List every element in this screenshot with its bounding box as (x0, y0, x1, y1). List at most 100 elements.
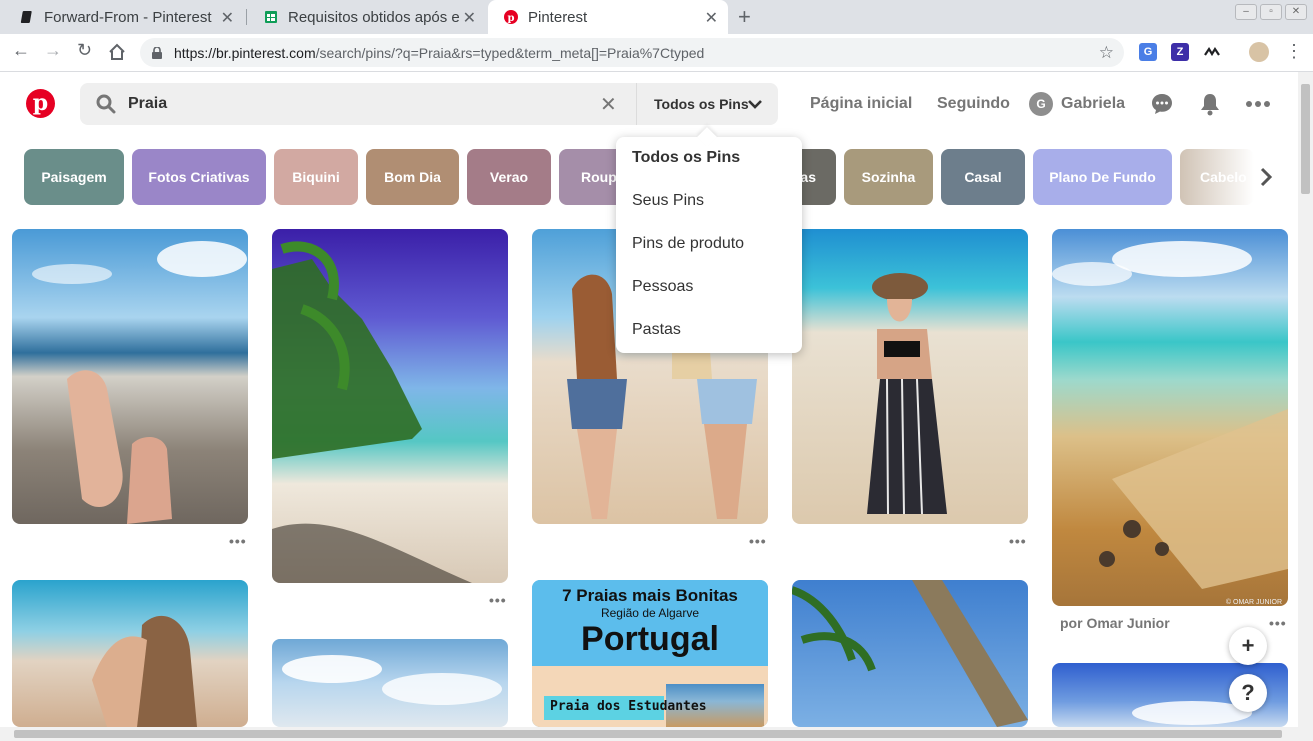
url-path: /search/pins/?q=Praia&rs=typed&term_meta… (315, 44, 705, 61)
pin-beach-feet[interactable] (12, 229, 248, 524)
browser-tab-pinterest[interactable]: p Pinterest ✕ (488, 0, 728, 34)
pin-palm-trunk-sky[interactable] (792, 580, 1028, 727)
search-input[interactable]: Praia (128, 95, 167, 113)
back-arrow-icon[interactable]: ← (12, 40, 30, 61)
filter-dropdown-button[interactable]: Todos os Pins (654, 96, 749, 112)
pin-image (282, 655, 502, 705)
tab-title: Requisitos obtidos após e (288, 8, 460, 26)
browser-tab-forward-from[interactable]: Forward-From - Pinterest ✕ (4, 0, 244, 34)
clear-search-icon[interactable]: ✕ (600, 92, 617, 117)
spreadsheet-icon (265, 11, 277, 23)
pin-portugal-beaches[interactable]: 7 Praias mais Bonitas Região de Algarve … (532, 580, 768, 727)
chip-bom-dia[interactable]: Bom Dia (366, 149, 459, 205)
pin-more-icon[interactable]: ••• (489, 592, 507, 608)
pin-image (867, 273, 947, 515)
search-bar[interactable]: Praia ✕ Todos os Pins (80, 83, 778, 125)
pin-image (32, 241, 247, 524)
url-host: https://br.pinterest.com (174, 44, 316, 61)
browser-menu-icon[interactable]: ⋮ (1285, 41, 1303, 62)
chevron-down-icon[interactable] (746, 95, 764, 113)
pinterest-logo-icon[interactable]: p (26, 89, 55, 118)
pin-hat-girl-beach[interactable] (792, 229, 1028, 524)
more-options-icon[interactable] (1246, 100, 1270, 108)
vertical-scroll-thumb[interactable] (1301, 84, 1310, 194)
pin-image (272, 241, 472, 583)
pin-sky-clouds[interactable] (272, 639, 508, 727)
search-icon (96, 94, 116, 114)
pin-portugal-header: 7 Praias mais Bonitas Região de Algarve … (532, 580, 768, 666)
pin-portugal-subtitle: Região de Algarve (600, 606, 700, 620)
lock-icon (152, 46, 162, 59)
pin-more-icon[interactable]: ••• (1269, 615, 1287, 631)
bookmark-star-icon[interactable]: ☆ (1099, 43, 1114, 63)
chip-fotos-criativas[interactable]: Fotos Criativas (132, 149, 266, 205)
vertical-scrollbar[interactable] (1298, 72, 1313, 727)
chip-paisagem[interactable]: Paisagem (24, 149, 124, 205)
close-tab-icon[interactable]: ✕ (705, 8, 718, 28)
pin-palm-beach[interactable] (272, 229, 508, 583)
maximize-window-icon[interactable]: ▫ (1260, 4, 1282, 20)
pin-author[interactable]: por Omar Junior (1060, 615, 1170, 631)
home-link[interactable]: Página inicial (810, 95, 912, 113)
add-pin-button[interactable]: + (1229, 627, 1267, 665)
chip-plano-de-fundo[interactable]: Plano De Fundo (1033, 149, 1172, 205)
chip-sozinha[interactable]: Sozinha (844, 149, 933, 205)
pin-portugal-beach-name: Praia dos Estudantes (550, 699, 707, 714)
translate-extension-icon[interactable]: G (1139, 43, 1157, 61)
horizontal-scroll-thumb[interactable] (14, 730, 1282, 738)
horizontal-scrollbar[interactable] (0, 727, 1313, 741)
pin-beach-girl-back[interactable] (12, 580, 248, 727)
pin-more-icon[interactable]: ••• (749, 533, 767, 549)
pin-portugal-title: 7 Praias mais Bonitas (562, 586, 738, 605)
pin-more-icon[interactable]: ••• (229, 533, 247, 549)
notifications-bell-icon[interactable] (1198, 92, 1222, 116)
pinterest-favicon-icon: p (504, 10, 518, 24)
chevron-right-icon[interactable] (1256, 166, 1276, 188)
chip-verao[interactable]: Verao (467, 149, 551, 205)
pin-watermark: © OMAR JUNIOR (1225, 599, 1282, 606)
z-extension-icon[interactable]: Z (1171, 43, 1189, 61)
pin-image (92, 615, 197, 727)
close-tab-icon[interactable]: ✕ (221, 8, 234, 28)
new-tab-icon[interactable]: + (738, 4, 751, 30)
address-bar[interactable]: https://br.pinterest.com/search/pins/?q=… (140, 38, 1124, 67)
svg-text:p: p (508, 13, 515, 24)
filter-option-all-pins[interactable]: Todos os Pins (632, 149, 740, 167)
tab-title: Pinterest (528, 8, 588, 26)
home-icon[interactable] (108, 43, 126, 61)
wave-extension-icon[interactable] (1203, 43, 1221, 61)
document-icon (20, 11, 32, 23)
forward-arrow-icon[interactable]: → (44, 40, 62, 61)
minimize-window-icon[interactable]: – (1235, 4, 1257, 20)
filter-option-your-pins[interactable]: Seus Pins (632, 192, 704, 210)
user-name-link[interactable]: Gabriela (1061, 95, 1125, 113)
pin-portugal-country: Portugal (581, 620, 719, 658)
messages-icon[interactable] (1150, 92, 1174, 116)
tab-separator (246, 9, 247, 25)
pin-rocky-shore[interactable]: © OMAR JUNIOR (1052, 229, 1288, 606)
filter-option-people[interactable]: Pessoas (632, 278, 693, 296)
browser-toolbar: ← → ↻ https://br.pinterest.com/search/pi… (0, 34, 1313, 72)
filter-dropdown-menu: Todos os Pins Seus Pins Pins de produto … (616, 127, 802, 353)
reload-icon[interactable]: ↻ (77, 40, 92, 61)
chip-cabelo[interactable]: Cabelo (1180, 149, 1254, 205)
pin-image (792, 580, 1028, 727)
profile-avatar-icon[interactable] (1249, 42, 1269, 62)
chip-casal[interactable]: Casal (941, 149, 1025, 205)
filter-option-boards[interactable]: Pastas (632, 321, 681, 339)
user-avatar[interactable]: G (1029, 92, 1053, 116)
filter-option-product-pins[interactable]: Pins de produto (632, 235, 744, 253)
tab-title: Forward-From - Pinterest (44, 8, 212, 26)
pin-image (1052, 241, 1288, 589)
browser-tab-requisitos[interactable]: Requisitos obtidos após e ✕ (248, 0, 486, 34)
close-window-icon[interactable]: ✕ (1285, 4, 1307, 20)
help-button[interactable]: ? (1229, 674, 1267, 712)
pin-portugal-photo-area: Praia dos Estudantes (532, 666, 768, 727)
search-divider (636, 83, 637, 125)
following-link[interactable]: Seguindo (937, 95, 1010, 113)
pinterest-header: p Praia ✕ Todos os Pins Página inicial S… (0, 72, 1298, 136)
chip-biquini[interactable]: Biquini (274, 149, 358, 205)
close-tab-icon[interactable]: ✕ (463, 8, 476, 28)
browser-tab-bar: Forward-From - Pinterest ✕ Requisitos ob… (0, 0, 1313, 34)
pin-more-icon[interactable]: ••• (1009, 533, 1027, 549)
